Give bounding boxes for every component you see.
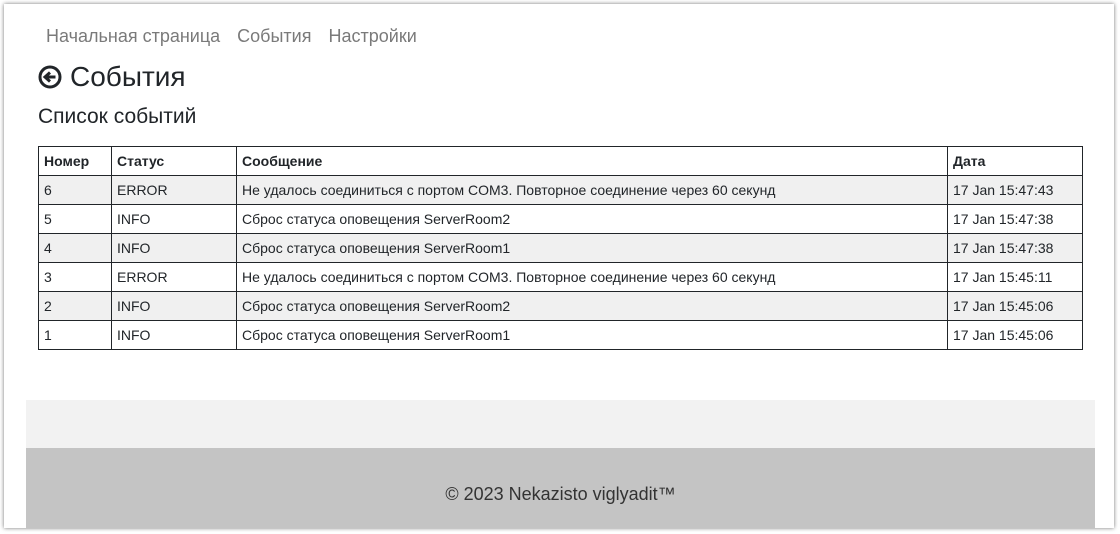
table-row: 1 INFO Сброс статуса оповещения ServerRo… (38, 320, 1083, 350)
page-subtitle: Список событий (38, 105, 197, 128)
cell-message: Сброс статуса оповещения ServerRoom1 (236, 233, 948, 263)
cell-status: INFO (111, 291, 237, 321)
table-row: 2 INFO Сброс статуса оповещения ServerRo… (38, 291, 1083, 321)
footer-copyright: © 2023 Nekazisto viglyadit™ (445, 483, 676, 504)
cell-number: 6 (38, 175, 112, 205)
table-row: 5 INFO Сброс статуса оповещения ServerRo… (38, 204, 1083, 234)
cell-number: 2 (38, 291, 112, 321)
nav-link-home[interactable]: Начальная страница (46, 24, 220, 48)
browser-viewport: Начальная страница События Настройки Соб… (4, 4, 1114, 528)
nav-link-settings[interactable]: Настройки (328, 24, 416, 48)
footer-spacer (26, 400, 1095, 448)
cell-number: 1 (38, 320, 112, 350)
table-row: 3 ERROR Не удалось соединиться с портом … (38, 262, 1083, 292)
cell-date: 17 Jan 15:47:43 (947, 175, 1083, 205)
cell-message: Не удалось соединиться с портом COM3. По… (236, 262, 948, 292)
page-title: События (70, 61, 186, 92)
column-header-message: Сообщение (236, 146, 948, 176)
cell-message: Не удалось соединиться с портом COM3. По… (236, 175, 948, 205)
table-row: 4 INFO Сброс статуса оповещения ServerRo… (38, 233, 1083, 263)
events-table: Номер Статус Сообщение Дата 6 ERROR Не у… (38, 146, 1083, 350)
column-header-date: Дата (947, 146, 1083, 176)
cell-status: INFO (111, 233, 237, 263)
cell-date: 17 Jan 15:45:11 (947, 262, 1083, 292)
cell-date: 17 Jan 15:47:38 (947, 204, 1083, 234)
cell-status: INFO (111, 320, 237, 350)
cell-date: 17 Jan 15:45:06 (947, 320, 1083, 350)
nav-link-events[interactable]: События (237, 24, 311, 48)
cell-status: INFO (111, 204, 237, 234)
cell-message: Сброс статуса оповещения ServerRoom2 (236, 204, 948, 234)
cell-number: 4 (38, 233, 112, 263)
cell-status: ERROR (111, 262, 237, 292)
cell-date: 17 Jan 15:47:38 (947, 233, 1083, 263)
table-row: 6 ERROR Не удалось соединиться с портом … (38, 175, 1083, 205)
arrow-circle-left-icon[interactable] (38, 65, 62, 89)
cell-date: 17 Jan 15:45:06 (947, 291, 1083, 321)
top-nav: Начальная страница События Настройки (46, 24, 417, 48)
page-header: События (38, 60, 186, 94)
cell-number: 3 (38, 262, 112, 292)
column-header-status: Статус (111, 146, 237, 176)
table-header-row: Номер Статус Сообщение Дата (38, 146, 1083, 176)
footer: © 2023 Nekazisto viglyadit™ (26, 448, 1095, 528)
cell-status: ERROR (111, 175, 237, 205)
cell-message: Сброс статуса оповещения ServerRoom1 (236, 320, 948, 350)
column-header-number: Номер (38, 146, 112, 176)
cell-message: Сброс статуса оповещения ServerRoom2 (236, 291, 948, 321)
cell-number: 5 (38, 204, 112, 234)
